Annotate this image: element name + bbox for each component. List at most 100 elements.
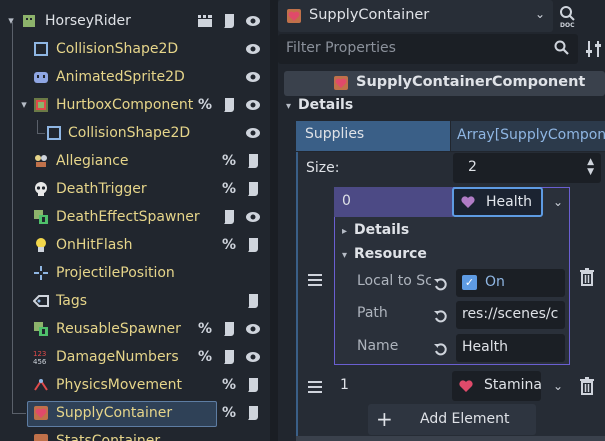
tree-item-deatheffectspawner[interactable]: DeathEffectSpawner [0,203,270,231]
checkmark-icon: ✓ [462,275,477,290]
add-element-button[interactable]: + Add Element [368,404,536,435]
group-percent-icon[interactable]: % [220,377,238,393]
supply-heart-icon [287,9,301,23]
visibility-eye-icon[interactable] [244,41,262,57]
group-percent-icon[interactable]: % [220,153,238,169]
tree-item-horseyrider[interactable]: ▾ HorseyRider [0,7,270,35]
expand-arrow-icon: ▸ [342,226,348,237]
add-element-label: Add Element [420,411,510,427]
tree-item-animatedsprite2d[interactable]: AnimatedSprite2D [0,63,270,91]
trash-icon[interactable] [579,377,595,395]
tools-sliders-icon[interactable] [584,38,604,60]
size-spinbox[interactable]: 2 ▲ ▼ [453,153,601,183]
path-value: res://scenes/c [462,306,559,322]
group-percent-icon[interactable]: % [220,405,238,421]
path-label: Path [357,305,388,321]
resource-name: Health [486,194,532,210]
tree-item-collisionshape2d[interactable]: CollisionShape2D [0,35,270,63]
resource-dropdown-button[interactable]: ⌄ [546,371,570,401]
tree-item-label: HurtboxComponent [56,97,194,113]
expand-arrow-icon: ▾ [342,250,348,261]
tree-item-supplycontainer[interactable]: SupplyContainer % [0,399,270,427]
resource-name: Stamina [484,377,541,393]
drag-handle-icon[interactable] [308,271,322,289]
tree-item-label: ProjectilePosition [56,265,175,281]
subsection-details[interactable]: ▸ Details [342,222,409,238]
revert-icon[interactable] [433,308,449,324]
panel-splitter[interactable] [270,0,278,441]
tree-item-collisionshape2d-child[interactable]: CollisionShape2D [0,119,270,147]
skull-icon [35,182,47,196]
scene-tree-panel: ▾ HorseyRider CollisionShape2D AnimatedS… [0,0,270,441]
tree-item-allegiance[interactable]: Allegiance % [0,147,270,175]
tree-item-label: PhysicsMovement [56,377,182,393]
spin-arrows-icon[interactable]: ▲ ▼ [587,157,594,177]
collapse-arrow-icon[interactable]: ▾ [5,13,17,29]
tree-item-label: StatsContainer [56,433,161,441]
visibility-eye-icon[interactable] [244,321,262,337]
visibility-eye-icon[interactable] [244,125,262,141]
collapse-arrow-icon[interactable]: ▾ [18,97,30,113]
visibility-eye-icon[interactable] [244,97,262,113]
group-percent-icon[interactable]: % [196,97,214,113]
section-details[interactable]: ▾ Details [286,97,353,113]
group-percent-icon[interactable]: % [196,349,214,365]
script-icon[interactable] [220,349,238,365]
local-to-scene-checkbox[interactable]: ✓ On [456,269,565,297]
object-selector[interactable]: SupplyContainer ⌄ [278,0,553,32]
script-icon[interactable] [244,405,262,421]
script-icon[interactable] [220,321,238,337]
trash-icon[interactable] [579,268,595,286]
group-percent-icon[interactable]: % [196,321,214,337]
tree-item-damagenumbers[interactable]: 123 456 DamageNumbers % [0,343,270,371]
visibility-eye-icon[interactable] [244,349,262,365]
resource-dropdown-button[interactable]: ⌄ [546,187,570,217]
visibility-eye-icon[interactable] [244,69,262,85]
heart-icon [459,380,473,392]
revert-icon[interactable] [433,276,449,292]
tree-item-statscontainer[interactable]: StatsContainer [0,427,270,441]
script-icon[interactable] [220,97,238,113]
drag-handle-icon[interactable] [308,378,322,396]
tree-item-onhitflash[interactable]: OnHitFlash % [0,231,270,259]
script-icon[interactable] [244,153,262,169]
script-icon[interactable] [220,209,238,225]
supplies-label: Supplies [305,126,365,142]
clapperboard-icon[interactable] [196,13,214,29]
doc-search-icon[interactable]: DOC [558,4,584,28]
inspector-panel: SupplyContainer ⌄ DOC Filter Properties … [278,0,605,441]
stats-icon [34,434,48,441]
tree-item-deathtrigger[interactable]: DeathTrigger % [0,175,270,203]
hurtbox-icon [34,98,48,112]
script-icon[interactable] [244,237,262,253]
resource-stamina-button[interactable]: Stamina [452,371,541,401]
visibility-eye-icon[interactable] [244,13,262,29]
tree-item-hurtboxcomponent[interactable]: ▾ HurtboxComponent % [0,91,270,119]
subsection-resource[interactable]: ▾ Resource [342,246,427,262]
character-body-icon [23,15,35,27]
tree-item-label: Allegiance [56,153,129,169]
script-icon[interactable] [244,377,262,393]
tree-item-label: HorseyRider [45,13,131,29]
visibility-eye-icon[interactable] [244,209,262,225]
script-icon[interactable] [220,13,238,29]
tree-item-tags[interactable]: Tags [0,287,270,315]
script-icon[interactable] [244,181,262,197]
resource-health-button[interactable]: Health [452,187,543,217]
name-field[interactable]: Health [456,334,565,362]
tree-item-reusablespawner[interactable]: ReusableSpawner % [0,315,270,343]
revert-icon[interactable] [433,341,449,357]
path-field[interactable]: res://scenes/c [456,301,565,329]
tree-item-projectileposition[interactable]: ProjectilePosition [0,259,270,287]
item-index-0: 0 [334,187,453,217]
supplies-property-name[interactable]: Supplies [296,121,450,151]
filter-properties-input[interactable]: Filter Properties [278,34,578,64]
supplies-array-button[interactable]: Array[SupplyCompon [451,121,605,151]
tree-item-label: Tags [56,293,87,309]
array-footer [296,436,605,441]
group-percent-icon[interactable]: % [220,181,238,197]
marker-icon [34,266,48,280]
script-icon[interactable] [244,293,262,309]
tree-item-physicsmovement[interactable]: PhysicsMovement % [0,371,270,399]
group-percent-icon[interactable]: % [220,237,238,253]
